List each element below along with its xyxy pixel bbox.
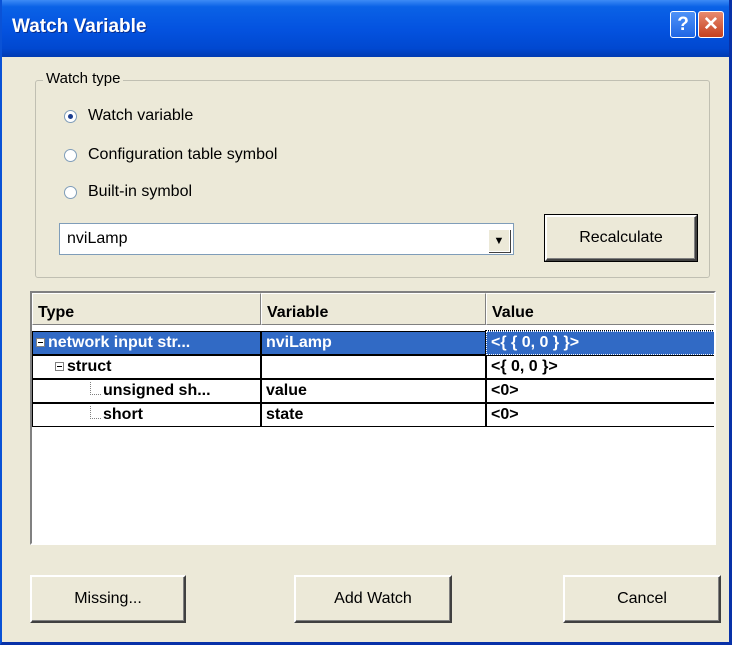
- tree-line-icon: [90, 382, 101, 395]
- type-cell: struct: [32, 355, 261, 379]
- radio-button-icon[interactable]: [64, 109, 77, 123]
- help-button[interactable]: ?: [670, 11, 696, 38]
- radio-button-icon[interactable]: [64, 185, 77, 199]
- type-cell: network input str...: [32, 331, 261, 355]
- chevron-down-icon: ▼: [493, 234, 505, 247]
- watch-tree-table[interactable]: Type Variable Value network input str...…: [30, 291, 716, 545]
- type-text: struct: [67, 358, 112, 375]
- collapse-icon[interactable]: [36, 338, 45, 348]
- tree-header: Type Variable Value: [32, 293, 714, 325]
- radio-built-in-symbol[interactable]: Built-in symbol: [64, 183, 192, 201]
- variable-cell: state: [261, 403, 486, 427]
- type-cell: short: [32, 403, 261, 427]
- column-header-value[interactable]: Value: [486, 293, 714, 325]
- cancel-button[interactable]: Cancel: [563, 575, 721, 623]
- variable-cell: [261, 355, 486, 379]
- radio-button-icon[interactable]: [64, 148, 77, 162]
- tree-row[interactable]: struct <{ 0, 0 }>: [32, 355, 714, 379]
- missing-button[interactable]: Missing...: [30, 575, 186, 623]
- watch-variable-dialog: Watch Variable ? ✕ Watch type Watch vari…: [0, 0, 732, 645]
- collapse-icon[interactable]: [55, 362, 64, 372]
- variable-cell: nviLamp: [261, 331, 486, 355]
- dropdown-button[interactable]: ▼: [488, 229, 510, 252]
- combobox-value: nviLamp: [67, 230, 128, 247]
- recalculate-button[interactable]: Recalculate: [544, 214, 698, 262]
- type-text: unsigned sh...: [103, 382, 211, 399]
- variable-combobox[interactable]: nviLamp ▼: [59, 223, 514, 255]
- window-title: Watch Variable: [12, 16, 147, 37]
- column-header-variable[interactable]: Variable: [261, 293, 486, 325]
- type-cell: unsigned sh...: [32, 379, 261, 403]
- value-cell: <{ { 0, 0 } }>: [485, 330, 714, 356]
- value-cell: <{ 0, 0 }>: [486, 355, 714, 379]
- watch-type-legend: Watch type: [43, 70, 124, 87]
- tree-line-icon: [90, 406, 101, 419]
- title-bar[interactable]: Watch Variable ? ✕: [2, 0, 729, 57]
- radio-label: Configuration table symbol: [88, 146, 278, 163]
- value-cell: <0>: [486, 379, 714, 403]
- radio-label: Watch variable: [88, 107, 194, 124]
- tree-row[interactable]: short state <0>: [32, 403, 714, 427]
- tree-row[interactable]: network input str... nviLamp <{ { 0, 0 }…: [32, 330, 714, 356]
- radio-label: Built-in symbol: [88, 183, 193, 200]
- type-text: network input str...: [48, 334, 191, 351]
- type-text: short: [103, 406, 143, 423]
- value-cell: <0>: [486, 403, 714, 427]
- column-header-type[interactable]: Type: [32, 293, 261, 325]
- tree-row[interactable]: unsigned sh... value <0>: [32, 379, 714, 403]
- radio-configuration-table-symbol[interactable]: Configuration table symbol: [64, 146, 277, 164]
- close-icon: ✕: [703, 14, 719, 35]
- close-button[interactable]: ✕: [698, 11, 724, 38]
- help-icon: ?: [677, 13, 689, 35]
- add-watch-button[interactable]: Add Watch: [294, 575, 452, 623]
- variable-cell: value: [261, 379, 486, 403]
- radio-watch-variable[interactable]: Watch variable: [64, 107, 193, 125]
